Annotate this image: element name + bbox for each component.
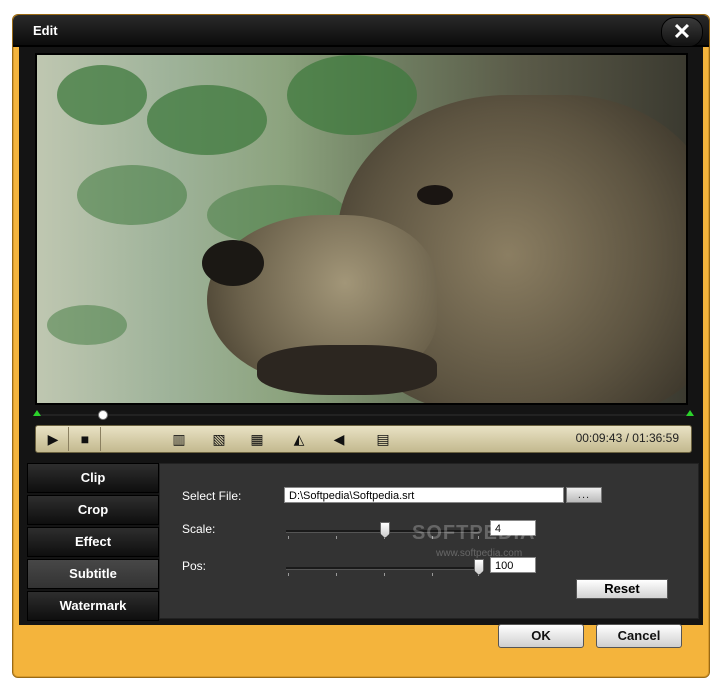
clip-button[interactable]: ▥ (166, 427, 192, 451)
edit-window: Edit ✕ ▶ ■ ▥ ▧ ▦ ◭ ◀ ▤ 00:09:43 / 01:36:… (12, 14, 710, 678)
reset-button[interactable]: Reset (576, 579, 668, 599)
tab-crop[interactable]: Crop (27, 495, 159, 525)
effect-button[interactable]: ▦ (244, 427, 270, 451)
pos-slider-thumb[interactable] (474, 559, 484, 575)
timecode: 00:09:43 / 01:36:59 (575, 431, 679, 445)
window-title: Edit (33, 23, 58, 38)
stop-button[interactable]: ■ (70, 427, 101, 451)
stop-icon: ■ (80, 431, 90, 447)
subtitle-panel: Select File: D:\Softpedia\Softpedia.srt … (159, 463, 699, 619)
seek-end-marker[interactable] (686, 410, 694, 416)
tab-watermark[interactable]: Watermark (27, 591, 159, 621)
video-preview (37, 55, 686, 403)
cancel-button[interactable]: Cancel (596, 624, 682, 648)
select-file-label: Select File: (182, 489, 242, 503)
effect-icon: ▦ (250, 430, 264, 447)
crop-icon: ▧ (212, 430, 226, 447)
subtitle-file-field[interactable]: D:\Softpedia\Softpedia.srt (284, 487, 564, 503)
pos-slider[interactable] (286, 559, 484, 576)
tab-clip[interactable]: Clip (27, 463, 159, 493)
seek-track (37, 414, 690, 416)
close-icon: ✕ (672, 19, 692, 44)
seek-handle[interactable] (98, 410, 109, 420)
rotate-button[interactable]: ◀ (326, 427, 352, 451)
pos-value-field[interactable]: 100 (490, 557, 536, 573)
editor-body: ▶ ■ ▥ ▧ ▦ ◭ ◀ ▤ 00:09:43 / 01:36:59 Clip… (19, 47, 703, 625)
title-bar: Edit ✕ (13, 15, 709, 47)
scale-label: Scale: (182, 522, 216, 536)
ok-button[interactable]: OK (498, 624, 584, 648)
rotate-icon: ◀ (333, 430, 345, 447)
playback-toolbar: ▶ ■ ▥ ▧ ▦ ◭ ◀ ▤ 00:09:43 / 01:36:59 (35, 425, 692, 453)
clip-icon: ▥ (172, 430, 186, 447)
snapshot-button[interactable]: ▤ (370, 427, 396, 451)
softpedia-watermark-url: www.softpedia.com (436, 548, 523, 559)
tab-subtitle[interactable]: Subtitle (27, 559, 159, 589)
flip-horizontal-icon: ◭ (293, 430, 305, 447)
snapshot-icon: ▤ (376, 430, 390, 447)
video-preview-frame (35, 53, 688, 405)
scale-slider-thumb[interactable] (380, 522, 390, 538)
softpedia-watermark: SOFTPEDIA (412, 522, 536, 544)
crop-button[interactable]: ▧ (206, 427, 232, 451)
seek-bar[interactable] (33, 410, 694, 420)
flip-horizontal-button[interactable]: ◭ (286, 427, 312, 451)
close-button[interactable]: ✕ (661, 17, 703, 47)
play-icon: ▶ (47, 430, 59, 447)
play-button[interactable]: ▶ (38, 427, 69, 451)
edit-tabs: Clip Crop Effect Subtitle Watermark (27, 463, 159, 623)
pos-label: Pos: (182, 559, 207, 573)
browse-button[interactable]: ... (566, 487, 602, 503)
seek-start-marker[interactable] (33, 410, 41, 416)
tab-effect[interactable]: Effect (27, 527, 159, 557)
